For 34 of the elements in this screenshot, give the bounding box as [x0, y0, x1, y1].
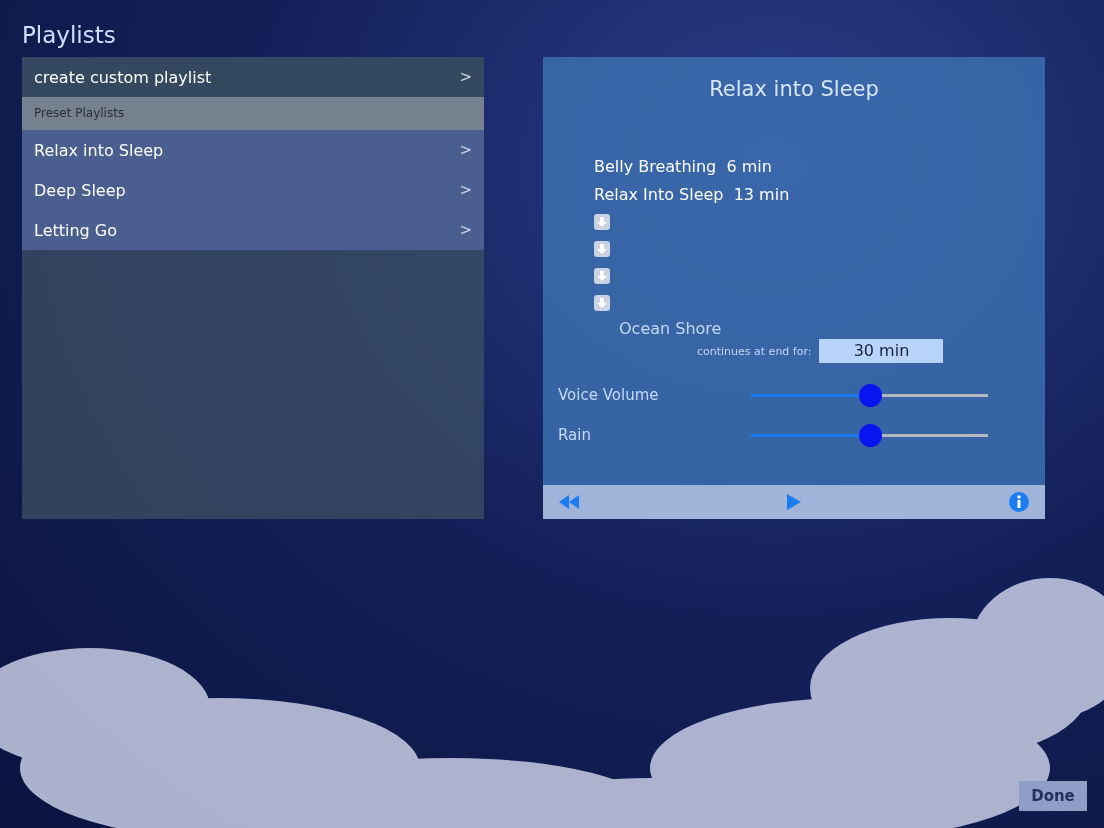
row-label: Letting Go [34, 220, 118, 240]
done-button[interactable]: Done [1019, 781, 1087, 811]
info-icon[interactable] [1009, 492, 1029, 512]
track-title: Belly Breathing 6 min [594, 156, 773, 178]
page-title: Playlists [22, 21, 117, 50]
slider-label: Voice Volume [558, 386, 660, 404]
section-header: Preset Playlists [22, 97, 484, 130]
playlist-row[interactable]: Letting Go > [22, 210, 484, 250]
slider[interactable] [751, 383, 988, 407]
slider-thumb[interactable] [858, 423, 882, 447]
download-icon[interactable] [594, 214, 610, 230]
chevron-icon: > [459, 68, 472, 86]
rewind-icon[interactable] [559, 495, 579, 509]
ambient-sound-name: Ocean Shore [619, 319, 723, 339]
track-title: Relax Into Sleep 13 min [594, 184, 791, 206]
chevron-icon: > [459, 221, 472, 239]
continues-label: continues at end for: [697, 344, 812, 358]
row-label: Relax into Sleep [34, 140, 164, 160]
duration-field[interactable]: 30 min [819, 339, 944, 363]
download-icon[interactable] [594, 295, 610, 311]
download-icon[interactable] [594, 241, 610, 257]
create-playlist-row[interactable]: create custom playlist > [22, 57, 484, 97]
row-label: create custom playlist [34, 67, 212, 87]
playlist-row[interactable]: Relax into Sleep > [22, 130, 484, 170]
play-icon[interactable] [787, 494, 801, 510]
playlist-row[interactable]: Deep Sleep > [22, 170, 484, 210]
slider[interactable] [751, 423, 988, 447]
slider-label: Rain [558, 426, 592, 444]
detail-title: Relax into Sleep [708, 77, 880, 103]
chevron-icon: > [459, 181, 472, 199]
chevron-icon: > [459, 141, 472, 159]
download-icon[interactable] [594, 268, 610, 284]
row-label: Deep Sleep [34, 180, 126, 200]
slider-thumb[interactable] [858, 383, 882, 407]
